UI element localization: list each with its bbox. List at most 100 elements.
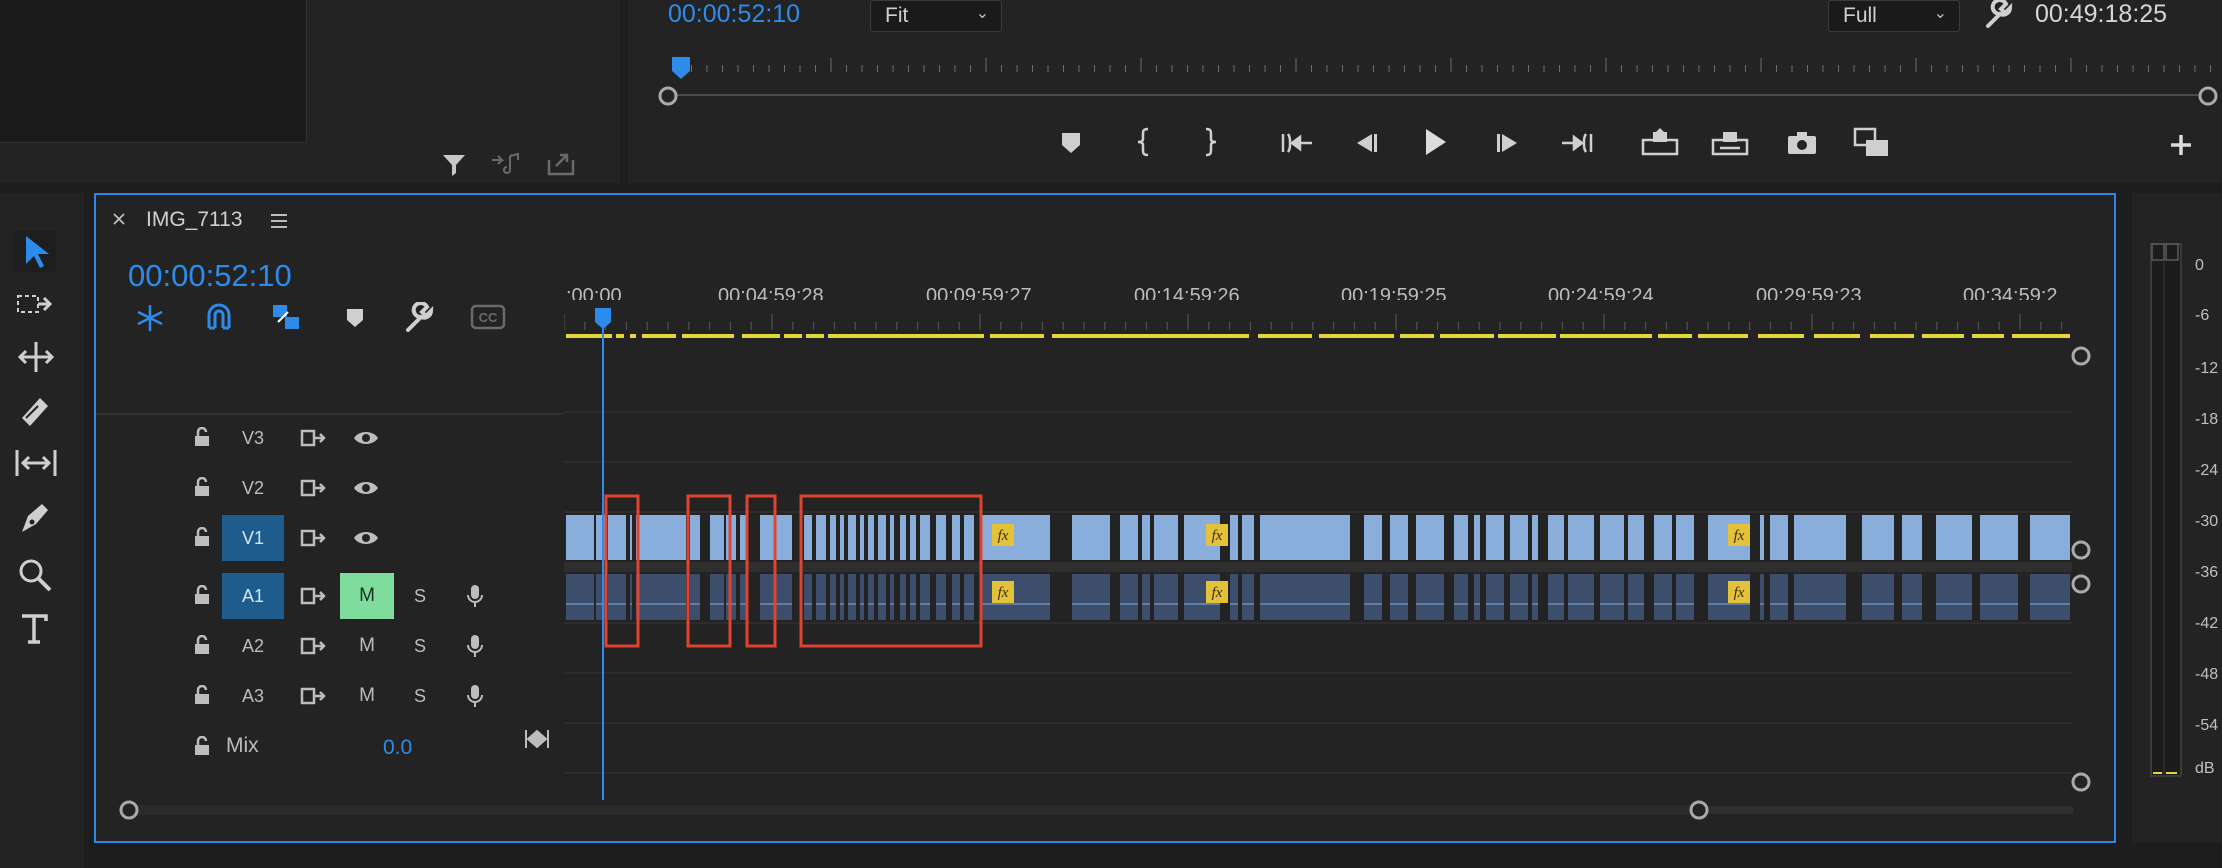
video-clip[interactable]	[1364, 515, 1382, 560]
linked-selection-icon[interactable]	[270, 302, 302, 334]
video-clip[interactable]	[1390, 515, 1408, 560]
scrollbar-right-handle[interactable]	[2196, 84, 2220, 108]
video-clip[interactable]	[1072, 515, 1110, 560]
track-lock-icon[interactable]	[193, 685, 211, 705]
video-clip[interactable]	[848, 515, 856, 560]
fx-badge[interactable]: fx	[992, 581, 1014, 603]
audio-clip[interactable]	[900, 574, 906, 620]
voice-over-mic-icon[interactable]	[466, 583, 484, 609]
video-clip[interactable]	[1548, 515, 1564, 560]
audio-clip[interactable]	[952, 574, 960, 620]
audio-clip[interactable]	[1628, 574, 1644, 620]
sync-lock-icon[interactable]	[300, 428, 326, 448]
type-tool-icon[interactable]	[16, 610, 54, 648]
audio-clip[interactable]	[1862, 574, 1894, 620]
video-clip[interactable]	[1902, 515, 1922, 560]
video-clip[interactable]	[690, 515, 700, 560]
audio-clip[interactable]	[830, 574, 836, 620]
video-clip[interactable]	[1936, 515, 1972, 560]
video-clip[interactable]	[1760, 515, 1764, 560]
audio-clip[interactable]	[608, 574, 626, 620]
track-target-v3[interactable]: V3	[222, 415, 284, 461]
video-clip[interactable]	[1568, 515, 1594, 560]
video-clip[interactable]	[1230, 515, 1238, 560]
selection-tool-icon[interactable]	[14, 230, 56, 272]
audio-clip[interactable]	[1364, 574, 1382, 620]
timeline-tracks-area[interactable]: fx fx fx fx fx fx	[564, 300, 2094, 800]
solo-button[interactable]: S	[405, 573, 435, 619]
audio-clip[interactable]	[890, 574, 894, 620]
export-icon[interactable]	[546, 150, 576, 178]
audio-clip[interactable]	[1230, 574, 1238, 620]
track-select-tool-icon[interactable]	[16, 290, 56, 320]
fx-badge[interactable]: fx	[1206, 524, 1228, 546]
nest-insert-icon[interactable]	[134, 302, 166, 334]
video-clip[interactable]	[1260, 515, 1350, 560]
close-tab-icon[interactable]	[112, 212, 126, 226]
video-clip[interactable]	[936, 515, 946, 560]
audio-clip[interactable]	[1474, 574, 1480, 620]
scrollbar-left-handle[interactable]	[656, 84, 680, 108]
track-lock-icon[interactable]	[193, 427, 211, 447]
program-mini-ruler[interactable]	[656, 50, 2222, 110]
pen-tool-icon[interactable]	[16, 500, 54, 538]
step-forward-icon[interactable]	[1492, 130, 1522, 156]
video-clip[interactable]	[1794, 515, 1846, 560]
timeline-horizontal-scrollbar[interactable]	[116, 797, 2076, 823]
track-lock-icon[interactable]	[193, 585, 211, 605]
video-clip[interactable]	[1474, 515, 1480, 560]
audio-clip[interactable]	[1980, 574, 2018, 620]
video-clip[interactable]	[804, 515, 812, 560]
settings-wrench-icon[interactable]	[1984, 0, 2014, 30]
mix-lock-icon[interactable]	[193, 736, 211, 756]
snap-magnet-icon[interactable]	[204, 302, 234, 332]
mark-in-icon[interactable]	[1134, 126, 1156, 158]
audio-clip[interactable]	[964, 574, 974, 620]
eye-icon[interactable]	[352, 528, 380, 548]
video-clip[interactable]	[1676, 515, 1694, 560]
video-clip[interactable]	[1454, 515, 1468, 560]
track-lock-icon[interactable]	[193, 477, 211, 497]
video-clip[interactable]	[890, 515, 894, 560]
fx-badge[interactable]: fx	[1728, 581, 1750, 603]
ripple-edit-tool-icon[interactable]	[16, 340, 56, 374]
sync-lock-icon[interactable]	[300, 686, 326, 706]
mute-button[interactable]: M	[340, 573, 394, 619]
video-clip[interactable]	[630, 515, 632, 560]
audio-clip[interactable]	[860, 574, 864, 620]
mark-out-icon[interactable]	[1198, 126, 1220, 158]
sync-lock-icon[interactable]	[300, 528, 326, 548]
mute-button[interactable]: M	[340, 623, 394, 669]
video-clip[interactable]	[1510, 515, 1528, 560]
add-marker-timeline-icon[interactable]	[344, 306, 366, 330]
video-clip[interactable]	[1120, 515, 1138, 560]
timeline-settings-wrench-icon[interactable]	[404, 302, 436, 334]
audio-clip[interactable]	[1548, 574, 1564, 620]
audio-clip[interactable]	[690, 574, 700, 620]
audio-clip[interactable]	[1486, 574, 1504, 620]
eye-icon[interactable]	[352, 478, 380, 498]
voice-over-mic-icon[interactable]	[466, 633, 484, 659]
video-clip[interactable]	[860, 515, 864, 560]
audio-clip[interactable]	[630, 574, 632, 620]
audio-clip[interactable]	[1454, 574, 1468, 620]
video-clip[interactable]	[1600, 515, 1624, 560]
track-target-a3[interactable]: A3	[222, 673, 284, 719]
sequence-timecode[interactable]: 00:00:52:10	[128, 258, 292, 294]
audio-clip[interactable]	[566, 574, 594, 620]
video-clip[interactable]	[1486, 515, 1504, 560]
audio-clip[interactable]	[804, 574, 812, 620]
video-clip[interactable]	[1154, 515, 1178, 560]
audio-clip[interactable]	[1760, 574, 1764, 620]
go-to-out-icon[interactable]	[1560, 130, 1594, 156]
audio-clip[interactable]	[1676, 574, 1694, 620]
track-lock-icon[interactable]	[193, 635, 211, 655]
track-target-v1[interactable]: V1	[222, 515, 284, 561]
audio-clip[interactable]	[1770, 574, 1788, 620]
video-clip[interactable]	[1142, 515, 1150, 560]
audio-clip[interactable]	[910, 574, 916, 620]
go-to-in-icon[interactable]	[1280, 130, 1314, 156]
audio-clip[interactable]	[840, 574, 844, 620]
video-clip[interactable]	[2030, 515, 2070, 560]
video-clip[interactable]	[816, 515, 826, 560]
